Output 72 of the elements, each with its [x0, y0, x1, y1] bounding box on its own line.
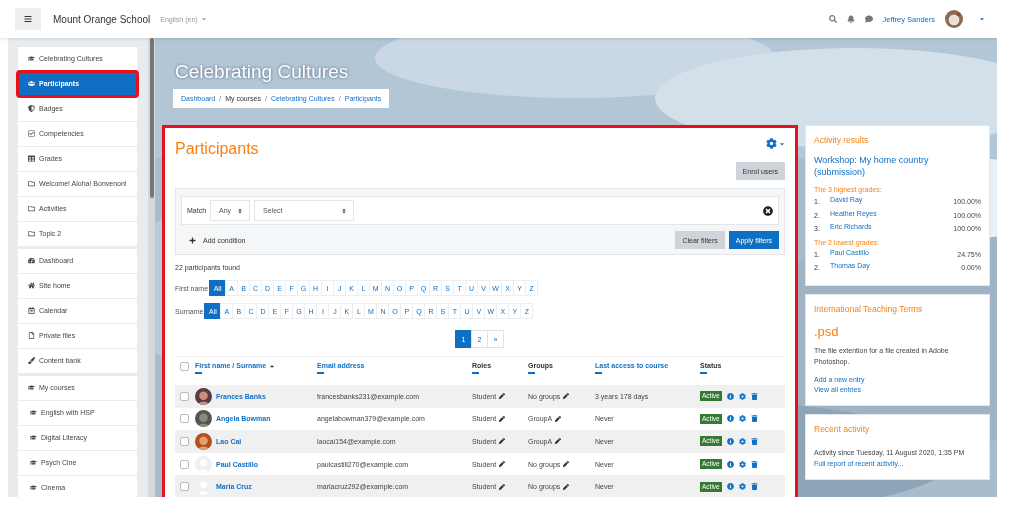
pencil-icon[interactable] [499, 393, 506, 400]
info-icon[interactable] [726, 460, 734, 468]
pencil-icon[interactable] [563, 393, 570, 400]
pencil-icon[interactable] [499, 438, 506, 445]
checkbox-icon [28, 128, 35, 137]
pencil-icon[interactable] [499, 483, 506, 490]
gear-icon[interactable] [738, 460, 746, 468]
folder-icon [28, 228, 35, 237]
pencil-icon[interactable] [563, 483, 570, 490]
page-title: Participants [175, 139, 259, 159]
pencil-icon[interactable] [555, 415, 562, 422]
brush-icon [28, 355, 35, 364]
trash-icon[interactable] [750, 415, 758, 423]
trash-icon[interactable] [750, 483, 758, 491]
trash-icon[interactable] [750, 460, 758, 468]
plus-icon [189, 236, 196, 244]
trash-icon[interactable] [750, 392, 758, 400]
folder-icon [28, 203, 35, 212]
info-icon[interactable] [726, 392, 734, 400]
trash-icon[interactable] [750, 438, 758, 445]
bell-icon[interactable] [846, 15, 855, 23]
caret-icon[interactable] [779, 140, 785, 147]
dashboard-icon [28, 255, 35, 264]
info-icon[interactable] [726, 415, 734, 423]
sort-arrows-icon [341, 207, 348, 214]
menu-icon [24, 15, 32, 23]
search-icon[interactable] [828, 15, 837, 23]
pencil-icon[interactable] [563, 461, 570, 468]
graduation-cap-icon [30, 407, 37, 416]
settings-icon[interactable] [766, 138, 777, 149]
course-title: Celebrating Cultures [175, 60, 350, 84]
file-icon [28, 330, 35, 339]
glossary-term: .psd [814, 323, 840, 340]
graduation-cap-icon [28, 53, 35, 62]
close-icon[interactable] [763, 205, 773, 216]
caret-icon [200, 16, 207, 22]
home-icon [28, 280, 35, 289]
site-name[interactable]: Mount Orange School [53, 13, 151, 25]
block-title: Recent activity [814, 422, 871, 435]
shield-icon [28, 103, 35, 112]
checkbox[interactable] [180, 414, 189, 424]
sort-arrows-icon [237, 207, 244, 214]
folder-icon [28, 178, 35, 187]
menu-button[interactable] [15, 8, 41, 30]
checkbox[interactable] [180, 437, 189, 446]
gear-icon[interactable] [738, 438, 746, 445]
users-icon [28, 78, 35, 87]
pencil-icon[interactable] [499, 461, 506, 468]
info-icon[interactable] [726, 483, 734, 491]
user-avatar[interactable] [945, 10, 963, 28]
checkbox[interactable] [180, 362, 189, 371]
checkbox[interactable] [180, 482, 189, 492]
graduation-cap-icon [30, 457, 37, 466]
activity-link[interactable]: Workshop: My home country (submission) [814, 154, 981, 178]
chat-icon[interactable] [864, 15, 873, 23]
block-title: International Teaching Terms [814, 302, 924, 315]
caret-icon[interactable] [979, 16, 985, 22]
pencil-icon[interactable] [499, 415, 506, 422]
table-icon [28, 153, 35, 162]
gear-icon[interactable] [738, 483, 746, 491]
calendar-icon [28, 305, 35, 314]
gear-icon[interactable] [738, 392, 746, 400]
checkbox[interactable] [180, 391, 189, 401]
block-title: Activity results [814, 134, 870, 146]
info-icon[interactable] [726, 438, 734, 445]
checkbox[interactable] [180, 459, 189, 469]
scrollbar[interactable] [148, 38, 155, 497]
graduation-cap-icon [30, 482, 37, 491]
graduation-cap-icon [30, 432, 37, 441]
gear-icon[interactable] [738, 415, 746, 423]
pencil-icon[interactable] [555, 438, 562, 445]
graduation-cap-icon [28, 382, 35, 391]
